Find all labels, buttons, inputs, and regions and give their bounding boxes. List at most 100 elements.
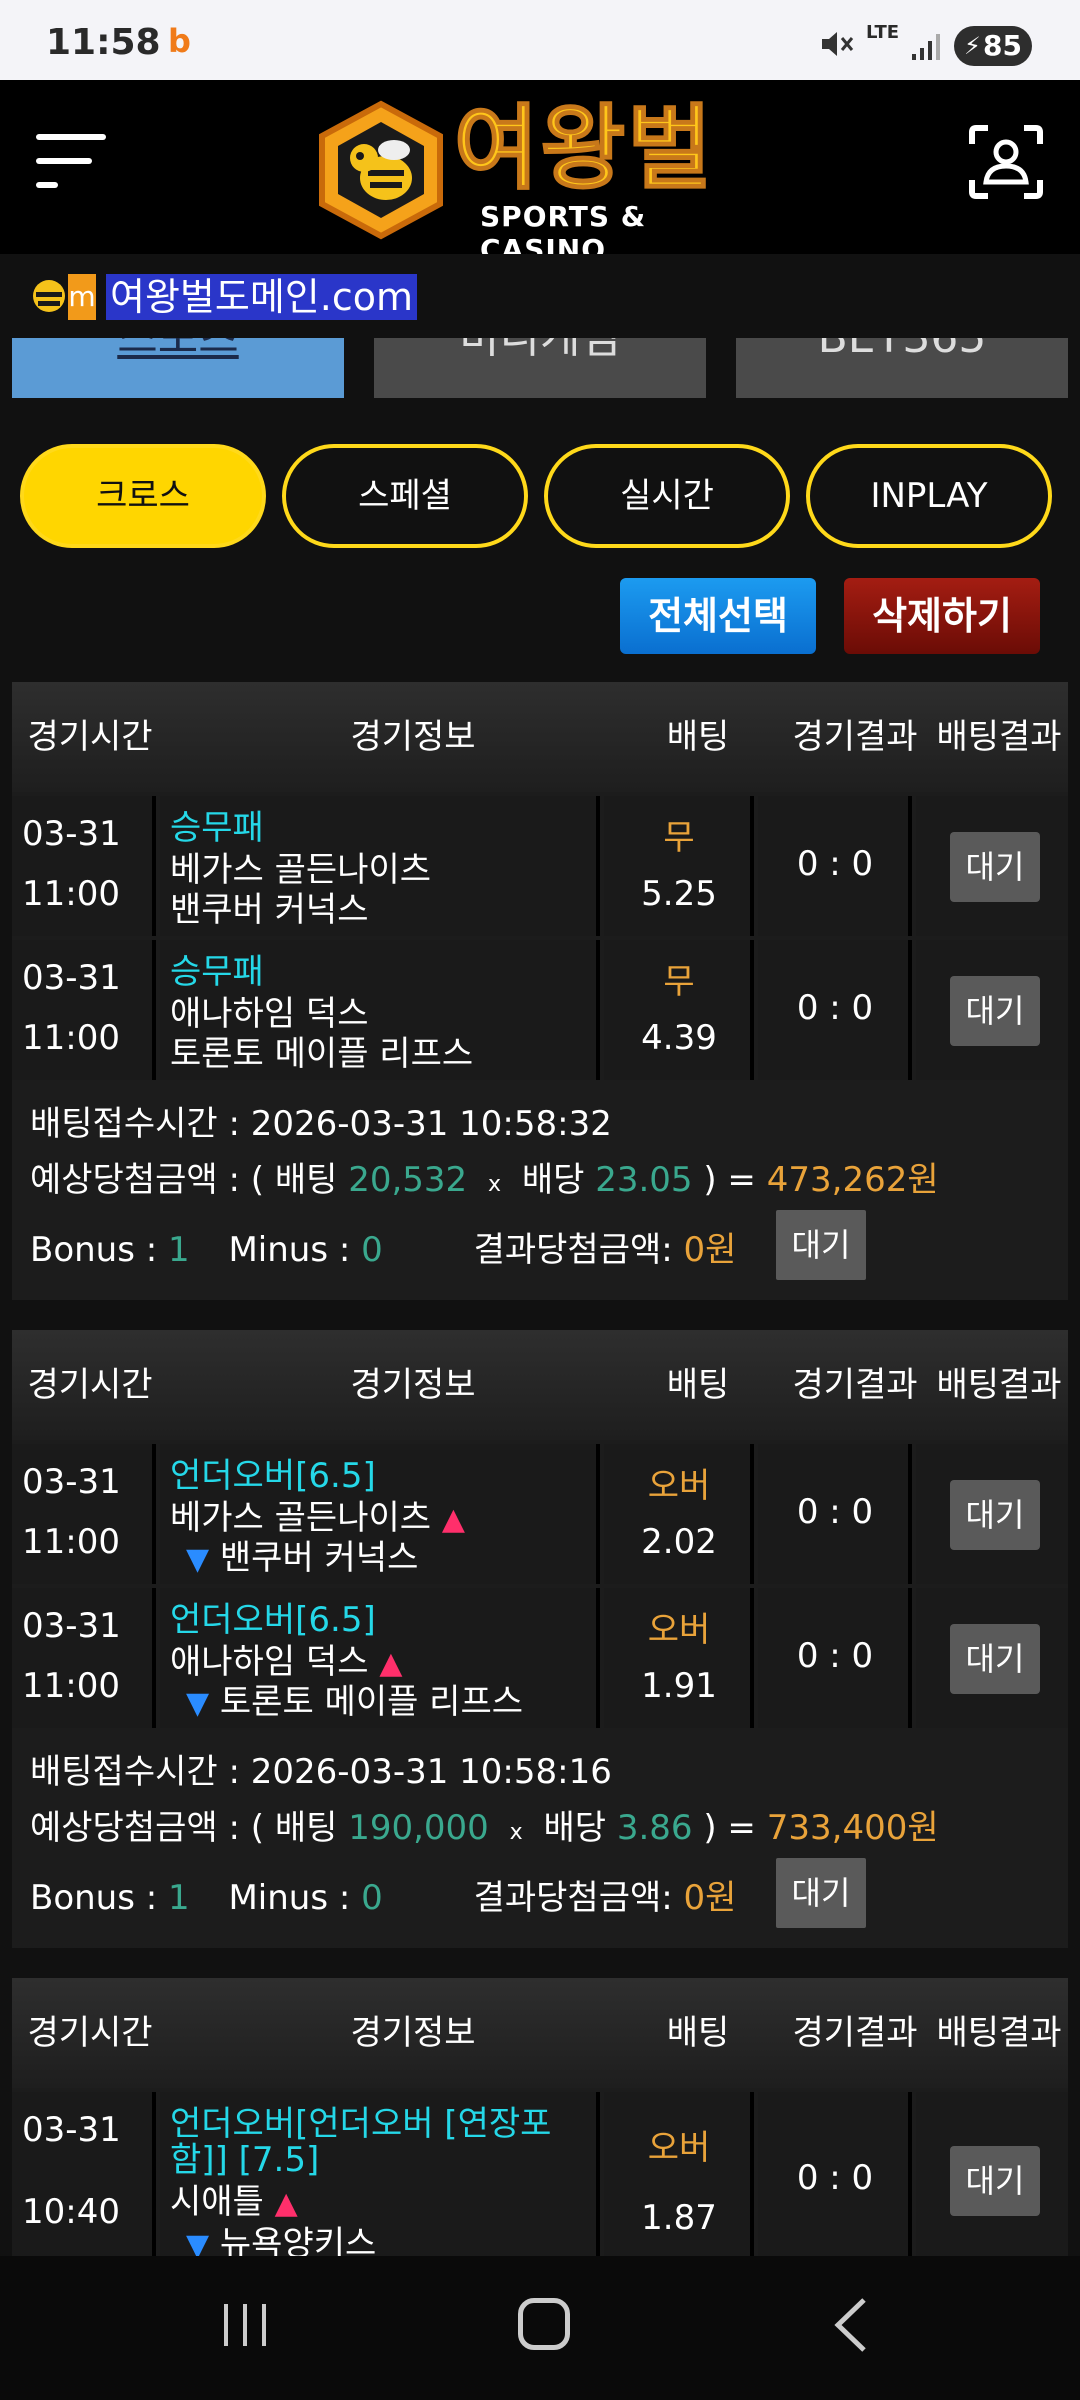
domain-notice: m 여왕벌도메인.com (0, 254, 1080, 338)
triangle-down-icon: ▼ (186, 1542, 210, 1577)
pill-cross[interactable]: 크로스 (20, 444, 266, 548)
match-date: 03-31 (22, 814, 121, 854)
bet-time: 2026-03-31 10:58:32 (250, 1104, 612, 1144)
info-cell: 승무패 애나하임 덕스 토론토 메이플 리프스 (160, 940, 600, 1080)
delete-button[interactable]: 삭제하기 (844, 578, 1040, 654)
table-row: 03-31 11:00 승무패 베가스 골든나이츠 밴쿠버 커넉스 무 5.25… (12, 792, 1068, 936)
bet-result-cell: 대기 (916, 796, 1068, 936)
pill-live[interactable]: 실시간 (544, 444, 790, 548)
match-date: 03-31 (22, 958, 121, 998)
col-match-time: 경기시간 (27, 1365, 153, 1405)
result-cell: 0 : 0 (758, 940, 912, 1080)
odds-cell: 오버 2.02 (604, 1444, 754, 1584)
tab-sports[interactable]: 스포츠 (12, 338, 344, 398)
site-logo[interactable]: 여왕벌 SPORTS & CASINO (316, 92, 766, 266)
domain-link[interactable]: 여왕벌도메인.com (106, 274, 417, 320)
odds-cell: 오버 1.91 (604, 1588, 754, 1728)
odds-cell: 무 5.25 (604, 796, 754, 936)
status-badge: 대기 (950, 2146, 1040, 2216)
bonus-line: Bonus : 1 Minus : 0 결과당첨금액: 0원 (30, 1870, 736, 1919)
status-badge: 대기 (950, 1624, 1040, 1694)
slip-status-badge: 대기 (776, 1210, 866, 1280)
status-time: 11:58 (46, 22, 161, 63)
col-bet-result: 배팅결과 (936, 717, 1062, 757)
battery-level: 85 (983, 29, 1022, 62)
table-row: 03-31 11:00 승무패 애나하임 덕스 토론토 메이플 리프스 무 4.… (12, 936, 1068, 1080)
slip-status-badge: 대기 (776, 1858, 866, 1928)
match-date: 03-31 (22, 1606, 121, 1646)
system-navigation-bar (0, 2256, 1080, 2400)
back-icon[interactable] (826, 2296, 876, 2354)
result-cell: 0 : 0 (758, 796, 912, 936)
status-bar: 11:58 b LTE ⚡ 85 (0, 0, 1080, 80)
table-header: 경기시간 경기정보 배팅 경기결과 배팅결과 (12, 1978, 1068, 2088)
table-row: 03-31 11:00 언더오버[6.5] 애나하임 덕스 ▲ ▼ 토론토 메이… (12, 1584, 1068, 1728)
select-all-button[interactable]: 전체선택 (620, 578, 816, 654)
odds-value: 1.87 (641, 2198, 717, 2238)
site-header: 여왕벌 SPORTS & CASINO (0, 80, 1080, 266)
bonus-label: Bonus : (30, 1878, 158, 1918)
battery-charging-icon: ⚡ (964, 32, 981, 60)
col-match-info: 경기정보 (350, 1365, 476, 1405)
bonus-line: Bonus : 1 Minus : 0 결과당첨금액: 0원 (30, 1222, 736, 1271)
stake: 190,000 (348, 1808, 489, 1848)
menu-line-icon (36, 158, 92, 164)
expected-line: 예상당첨금액 : ( 배팅 190,000 x 배당 3.86 ) = 733,… (30, 1800, 939, 1849)
pick: 오버 (647, 2128, 711, 2168)
odds-value: 5.25 (641, 874, 717, 914)
profile-scan-icon[interactable] (968, 124, 1044, 200)
odds-value: 2.02 (641, 1522, 717, 1562)
minus-value: 0 (361, 1878, 383, 1918)
tab-bet365[interactable]: BET365 (736, 338, 1068, 398)
result-cell: 0 : 0 (758, 1588, 912, 1728)
menu-line-icon (36, 134, 106, 140)
col-match-time: 경기시간 (27, 2013, 153, 2053)
menu-line-icon (36, 182, 58, 188)
status-badge: 대기 (950, 976, 1040, 1046)
bee-hexagon-icon (319, 100, 443, 240)
home-icon[interactable] (518, 2298, 570, 2350)
score: 0 : 0 (796, 844, 874, 884)
network-type: LTE (866, 22, 900, 43)
time-cell: 03-31 11:00 (12, 940, 156, 1080)
multiply-sign: x (487, 1172, 502, 1197)
expected-label: 예상당첨금액 : ( 배팅 (30, 1808, 338, 1848)
recent-apps-icon[interactable] (220, 2300, 270, 2350)
pick: 오버 (647, 1466, 711, 1506)
odds-value: 4.39 (641, 1018, 717, 1058)
bet-slip: 경기시간 경기정보 배팅 경기결과 배팅결과 03-31 11:00 승무패 베… (12, 682, 1068, 1300)
odds-label: 배당 (521, 1160, 585, 1200)
hamburger-menu-button[interactable] (36, 130, 110, 196)
away-team: 토론토 메이플 리프스 (219, 1682, 524, 1722)
col-bet: 배팅 (666, 2013, 730, 2053)
expected-amount: 473,262원 (766, 1160, 939, 1200)
status-badge: 대기 (950, 832, 1040, 902)
away-team: 뉴욕양키스 (219, 2224, 377, 2256)
match-time: 11:00 (22, 874, 120, 914)
total-odds: 3.86 (616, 1808, 693, 1848)
bet-result-cell: 대기 (916, 1588, 1068, 1728)
signal-icon (912, 34, 940, 60)
bet-time: 2026-03-31 10:58:16 (250, 1752, 612, 1792)
stake: 20,532 (348, 1160, 468, 1200)
away-team: 토론토 메이플 리프스 (170, 1034, 474, 1074)
m-badge: m (68, 274, 96, 320)
info-cell: 승무패 베가스 골든나이츠 밴쿠버 커넉스 (160, 796, 600, 936)
col-match-time: 경기시간 (27, 717, 153, 757)
bonus-label: Bonus : (30, 1230, 158, 1270)
pill-inplay[interactable]: INPLAY (806, 444, 1052, 548)
expected-amount: 733,400원 (766, 1808, 939, 1848)
col-bet: 배팅 (666, 1365, 730, 1405)
result-amount-label: 결과당첨금액: (473, 1230, 673, 1270)
match-time: 11:00 (22, 1666, 120, 1706)
brand-name: 여왕벌 (453, 94, 714, 203)
info-cell: 언더오버[6.5] 애나하임 덕스 ▲ ▼ 토론토 메이플 리프스 (160, 1588, 600, 1728)
match-time: 11:00 (22, 1522, 120, 1562)
expected-line: 예상당첨금액 : ( 배팅 20,532 x 배당 23.05 ) = 473,… (30, 1152, 939, 1201)
pill-special[interactable]: 스페셜 (282, 444, 528, 548)
status-badge: 대기 (950, 1480, 1040, 1550)
total-odds: 23.05 (595, 1160, 693, 1200)
bet-time-label: 배팅접수시간 : (30, 1104, 240, 1144)
tab-minigame[interactable]: 미니게임 (374, 338, 706, 398)
odds-cell: 오버 1.87 (604, 2092, 754, 2256)
